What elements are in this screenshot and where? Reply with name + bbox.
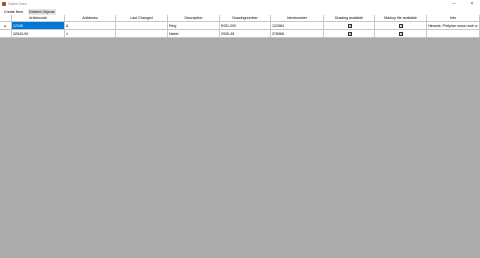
column-header-markup-file-available[interactable]: Markup file available — [375, 15, 427, 22]
table-cell[interactable]: 2930-45 — [220, 30, 271, 38]
window-title: Sales Data — [8, 2, 27, 6]
table-cell: ✓ — [324, 22, 375, 30]
table-cell: ✓ — [324, 30, 375, 38]
table-cell[interactable] — [116, 30, 168, 38]
table-cell[interactable]: 376965 — [271, 30, 324, 38]
table-cell[interactable]: RGD-200 — [220, 22, 271, 30]
close-icon[interactable]: × — [466, 1, 478, 7]
app-icon — [2, 2, 6, 6]
table-cell[interactable] — [116, 22, 168, 30]
table-cell[interactable]: Hinweis: Prüfplan muss noch e... — [427, 22, 480, 30]
table-cell[interactable]: Ring — [168, 22, 220, 30]
table-cell[interactable]: 12345 — [12, 22, 65, 30]
table-cell[interactable]: Nabel — [168, 30, 220, 38]
row-header[interactable]: ► — [0, 22, 12, 30]
table-cell[interactable]: 42543-90 — [12, 30, 65, 38]
data-grid[interactable]: Articlecode Articlesku Last Changed Desc… — [0, 15, 480, 38]
row-header-corner — [0, 15, 12, 22]
minimize-icon[interactable]: – — [448, 1, 460, 7]
title-bar: Sales Data – × — [0, 0, 480, 9]
column-header-description[interactable]: Description — [168, 15, 220, 22]
table-cell[interactable] — [427, 30, 480, 38]
table-cell[interactable]: 1 — [65, 30, 116, 38]
column-header-articlecode[interactable]: Articlecode — [12, 15, 65, 22]
column-header-info[interactable]: Info — [427, 15, 480, 22]
column-header-last-changed[interactable]: Last Changed — [116, 15, 168, 22]
table-cell: ✓ — [375, 30, 427, 38]
drawing-available-checkbox[interactable]: ✓ — [348, 24, 352, 28]
drawing-available-checkbox[interactable]: ✓ — [348, 32, 352, 36]
column-header-drawingnumber[interactable]: Drawingnumber — [220, 15, 271, 22]
column-header-idestnumber[interactable]: Idestnumber — [271, 15, 324, 22]
markup-available-checkbox[interactable]: ✓ — [399, 24, 403, 28]
column-header-articlesku[interactable]: Articlesku — [65, 15, 116, 22]
table-cell: ✓ — [375, 22, 427, 30]
row-header[interactable] — [0, 30, 12, 38]
table-cell[interactable]: 122584 — [271, 22, 324, 30]
markup-available-checkbox[interactable]: ✓ — [399, 32, 403, 36]
table-cell[interactable]: A — [65, 22, 116, 30]
column-header-drawing-available[interactable]: Drawing available — [324, 15, 375, 22]
